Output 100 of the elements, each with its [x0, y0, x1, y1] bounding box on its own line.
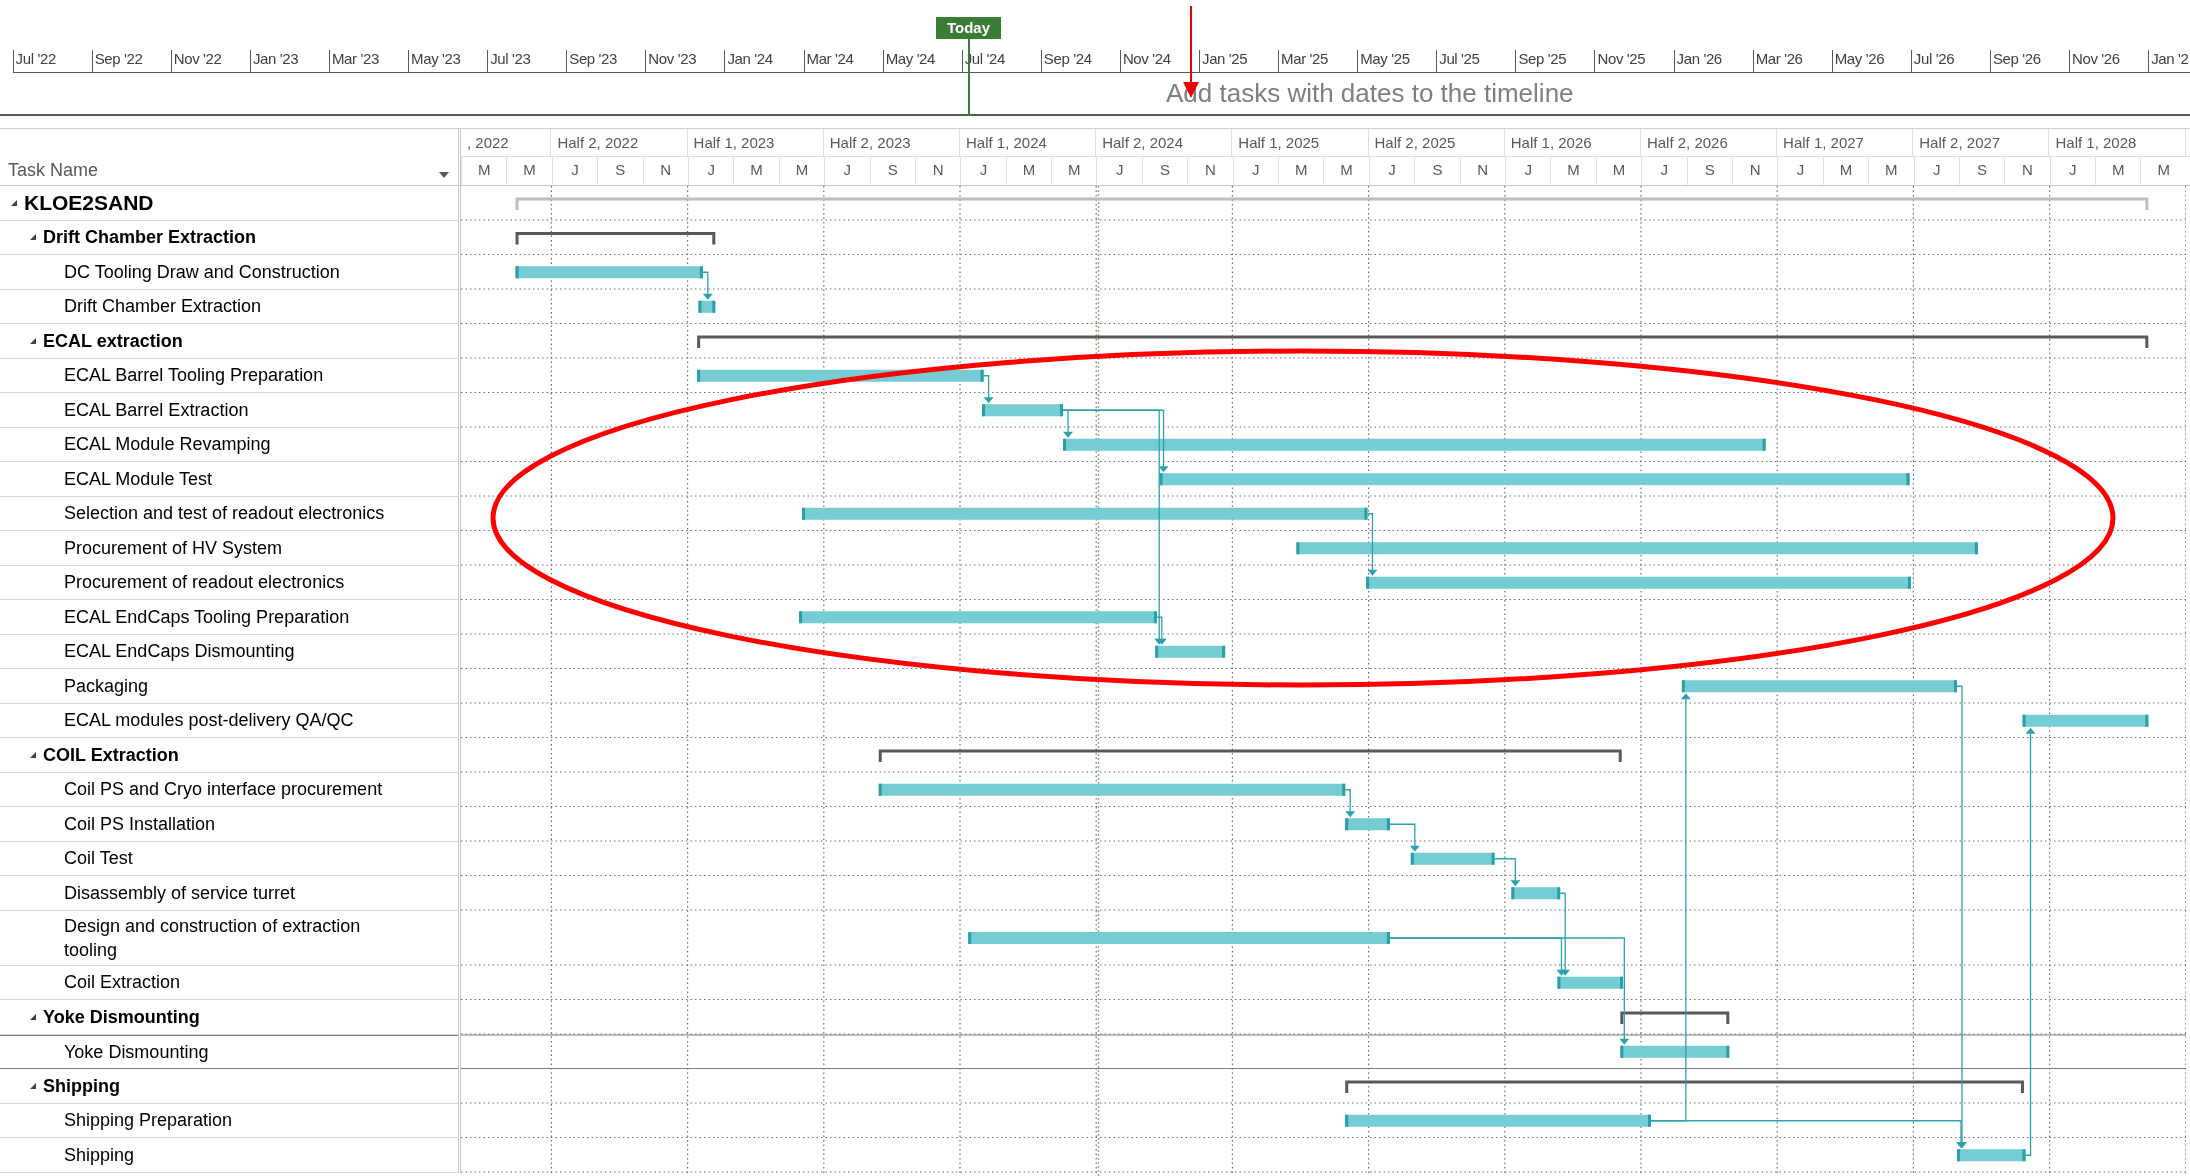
task-row[interactable]: ECAL Module Revamping — [0, 427, 458, 462]
collapse-toggle-icon[interactable] — [10, 198, 18, 207]
summary-task-name: Shipping — [43, 1074, 120, 1098]
task-bar[interactable] — [1620, 1045, 1730, 1058]
task-bar[interactable] — [1063, 438, 1766, 451]
task-name: Coil PS Installation — [64, 812, 216, 836]
summary-task-name: KLOE2SAND — [24, 190, 154, 215]
task-name: Disassembly of service turret — [64, 881, 296, 905]
task-row[interactable]: Yoke Dismounting — [0, 1034, 458, 1069]
collapse-toggle-icon[interactable] — [29, 750, 37, 759]
task-bar[interactable] — [878, 783, 1346, 796]
task-bar[interactable] — [698, 300, 716, 313]
timescale-label: N — [914, 157, 961, 185]
task-bar[interactable] — [802, 507, 1368, 520]
timescale-label: Half 1, 2027 — [1777, 129, 1914, 156]
summary-bar[interactable] — [697, 335, 2149, 349]
timescale-label: S — [597, 157, 643, 185]
task-row[interactable]: Shipping — [0, 1069, 458, 1104]
task-row[interactable]: ECAL Module Test — [0, 462, 458, 497]
task-row[interactable]: Drift Chamber Extraction — [0, 220, 458, 255]
timescale-label: Half 1, 2025 — [1232, 129, 1369, 156]
timeline-month: Jul '22 — [15, 50, 57, 68]
task-row[interactable]: ECAL Barrel Tooling Preparation — [0, 358, 458, 393]
dropdown-icon[interactable] — [438, 171, 450, 179]
task-row[interactable]: ECAL Barrel Extraction — [0, 393, 458, 428]
timeline-month: Sep '25 — [1518, 50, 1568, 68]
task-row[interactable]: Coil PS and Cryo interface procurement — [0, 772, 458, 807]
task-bar[interactable] — [515, 266, 703, 279]
task-row[interactable]: Shipping Preparation — [0, 1103, 458, 1138]
task-row[interactable]: ECAL modules post-delivery QA/QC — [0, 703, 458, 738]
task-bar[interactable] — [1345, 1114, 1651, 1127]
task-bar[interactable] — [1296, 542, 1978, 555]
task-row[interactable]: Yoke Dismounting — [0, 1000, 458, 1035]
task-name: ECAL Barrel Extraction — [64, 398, 249, 422]
task-bar[interactable] — [1159, 473, 1910, 486]
task-row[interactable]: ECAL EndCaps Tooling Preparation — [0, 600, 458, 635]
task-name: Coil PS and Cryo interface procurement — [64, 778, 383, 802]
task-bar[interactable] — [1557, 976, 1624, 989]
task-row[interactable]: DC Tooling Draw and Construction — [0, 255, 458, 290]
task-row[interactable]: Design and construction of extraction tooling — [0, 910, 458, 966]
task-row[interactable]: Shipping — [0, 1138, 458, 1173]
task-row[interactable]: Coil PS Installation — [0, 807, 458, 842]
task-row[interactable]: Coil Test — [0, 841, 458, 876]
timescale-label: M — [733, 157, 779, 185]
summary-task-name: Yoke Dismounting — [43, 1005, 200, 1029]
task-row[interactable]: Disassembly of service turret — [0, 876, 458, 911]
task-row[interactable]: Coil Extraction — [0, 965, 458, 1000]
timescale-label: J — [1913, 157, 1959, 185]
task-row[interactable]: Procurement of readout electronics — [0, 565, 458, 600]
summary-bar[interactable] — [1620, 1011, 1730, 1024]
collapse-toggle-icon[interactable] — [29, 1012, 37, 1021]
summary-bar[interactable] — [878, 749, 1622, 762]
task-bar[interactable] — [799, 611, 1157, 624]
summary-task-name: Drift Chamber Extraction — [43, 226, 257, 250]
task-bar[interactable] — [1511, 887, 1561, 900]
task-row[interactable]: KLOE2SAND — [0, 186, 458, 221]
dependency-arrow — [982, 375, 994, 404]
collapse-toggle-icon[interactable] — [29, 1081, 37, 1090]
task-row[interactable]: Procurement of HV System — [0, 531, 458, 566]
summary-bar[interactable] — [1345, 1080, 2024, 1093]
collapse-toggle-icon[interactable] — [29, 233, 37, 242]
task-bar[interactable] — [1155, 645, 1226, 658]
timescale-label: Half 1, 2024 — [959, 129, 1097, 156]
task-row[interactable]: Selection and test of readout electronics — [0, 496, 458, 531]
task-name: ECAL Module Revamping — [64, 433, 271, 457]
task-row[interactable]: Packaging — [0, 669, 458, 704]
timescale-label: Half 2, 2022 — [551, 129, 688, 156]
collapse-toggle-icon[interactable] — [29, 336, 37, 345]
task-bar[interactable] — [982, 404, 1064, 417]
timescale-label: S — [869, 157, 915, 185]
task-name: Procurement of readout electronics — [64, 571, 345, 595]
task-bar[interactable] — [1366, 576, 1911, 589]
timeline-month: Sep '22 — [94, 50, 144, 68]
task-row[interactable]: ECAL extraction — [0, 324, 458, 359]
timescale-label: M — [1595, 157, 1642, 185]
task-row[interactable]: COIL Extraction — [0, 738, 458, 773]
summary-bar[interactable] — [515, 232, 716, 245]
timescale-label: Half 1, 2028 — [2049, 129, 2186, 156]
timescale-label: Half 2, 2023 — [823, 129, 960, 156]
timescale-label: Half 1, 2023 — [687, 129, 824, 156]
timescale-label: M — [1005, 157, 1052, 185]
timeline-month: Jul '23 — [490, 50, 532, 68]
column-header[interactable]: Task Name — [8, 159, 99, 181]
timescale-label: J — [551, 157, 598, 185]
timescale-label: Half 2, 2027 — [1913, 129, 2050, 156]
task-name: ECAL Barrel Tooling Preparation — [64, 364, 324, 388]
task-bar[interactable] — [2022, 714, 2149, 727]
timescale-label: S — [1141, 157, 1188, 185]
timescale-label: , 2022 — [461, 129, 552, 156]
timescale-label: J — [960, 157, 1006, 185]
timescale-label: M — [1822, 157, 1869, 185]
task-bar[interactable] — [1410, 852, 1495, 865]
task-row[interactable]: Drift Chamber Extraction — [0, 289, 458, 324]
task-bar[interactable] — [1681, 680, 1957, 693]
timescale-label: J — [687, 157, 734, 185]
task-row[interactable]: ECAL EndCaps Dismounting — [0, 634, 458, 669]
timeline-month: May '25 — [1360, 50, 1411, 68]
task-bar[interactable] — [1345, 818, 1390, 831]
task-name: Coil Extraction — [64, 971, 181, 995]
task-bar[interactable] — [1957, 1149, 2026, 1162]
